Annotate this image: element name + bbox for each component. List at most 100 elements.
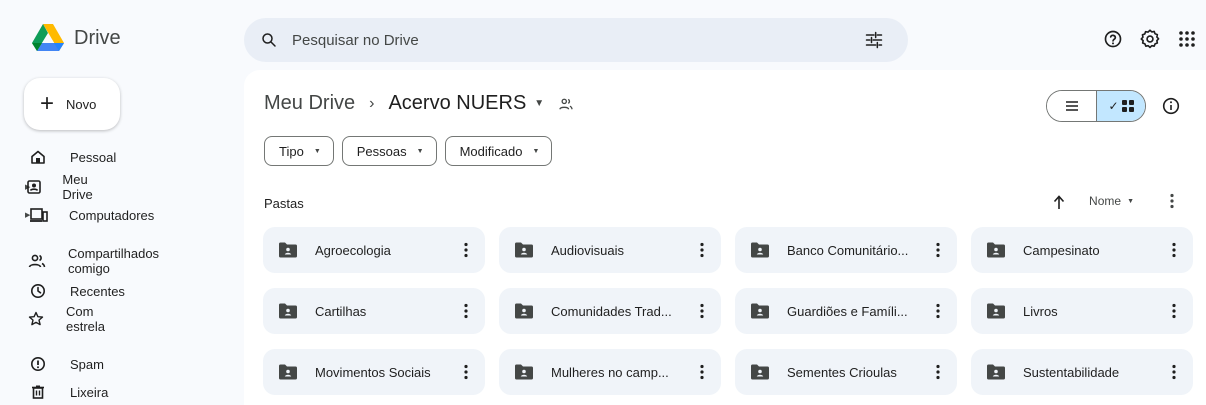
info-icon[interactable]	[1162, 97, 1180, 115]
folder-name: Cartilhas	[315, 303, 367, 319]
sidebar-item-compartilhados[interactable]: Compartilhados comigo	[28, 246, 161, 276]
breadcrumb: Meu Drive › Acervo NUERS ▼	[264, 92, 574, 115]
shared-icon	[28, 252, 46, 270]
drive-logo[interactable]: Drive	[32, 24, 121, 52]
chip-label: Modificado	[459, 143, 523, 159]
sidebar-item-label: Meu Drive	[62, 172, 93, 202]
list-icon	[1065, 101, 1078, 111]
apps-grid-icon[interactable]	[1176, 28, 1198, 50]
plus-icon: +	[40, 90, 55, 117]
folder-name: Comunidades Trad...	[551, 303, 672, 319]
folder-name: Sementes Crioulas	[787, 364, 897, 380]
search-options-icon[interactable]	[864, 30, 884, 50]
folder-card[interactable]: Comunidades Trad...	[499, 288, 721, 334]
shared-folder-icon[interactable]	[558, 97, 574, 111]
check-icon: ✓	[1108, 99, 1119, 113]
search-icon[interactable]	[260, 31, 278, 49]
more-vert-icon[interactable]	[931, 302, 945, 320]
sidebar-item-lixeira[interactable]: Lixeira	[28, 381, 108, 403]
more-vert-icon[interactable]	[695, 363, 709, 381]
folder-name: Sustentabilidade	[1023, 364, 1120, 380]
breadcrumb-root[interactable]: Meu Drive	[264, 92, 355, 115]
folder-card[interactable]: Mulheres no camp...	[499, 349, 721, 395]
more-vert-icon[interactable]	[931, 241, 945, 259]
filter-chip-tipo[interactable]: Tipo ▼	[264, 136, 334, 166]
more-vert-icon[interactable]	[1164, 192, 1180, 210]
sidebar-item-recentes[interactable]: Recentes	[28, 280, 125, 302]
folder-card[interactable]: Movimentos Sociais	[263, 349, 485, 395]
more-vert-icon[interactable]	[695, 241, 709, 259]
computer-icon	[29, 206, 49, 224]
chip-label: Tipo	[279, 143, 304, 159]
top-right-actions	[1087, 28, 1206, 50]
filter-chip-modificado[interactable]: Modificado ▼	[444, 136, 553, 166]
folder-card[interactable]: Audiovisuais	[499, 227, 721, 273]
sidebar-item-label: Computadores	[69, 207, 155, 223]
clock-icon	[28, 282, 48, 300]
shared-folder-icon	[751, 303, 769, 319]
more-vert-icon[interactable]	[1167, 302, 1181, 320]
sort-by-button[interactable]: Nome ▼	[1089, 194, 1134, 208]
shared-folder-icon	[987, 364, 1005, 380]
folder-name: Mulheres no camp...	[551, 364, 669, 380]
more-vert-icon[interactable]	[459, 363, 473, 381]
search-bar[interactable]	[244, 18, 908, 62]
star-icon	[28, 310, 44, 328]
sidebar-item-label: Pessoal	[70, 149, 117, 165]
sidebar-item-spam[interactable]: Spam	[28, 353, 104, 375]
folder-menu-caret-icon[interactable]: ▼	[534, 98, 544, 109]
search-input[interactable]	[292, 28, 832, 52]
sidebar-item-label: Recentes	[70, 283, 125, 299]
shared-folder-icon	[279, 242, 297, 258]
sidebar-item-meu-drive[interactable]: ▶ Meu Drive	[25, 172, 99, 202]
help-icon[interactable]	[1102, 28, 1124, 50]
shared-folder-icon	[279, 364, 297, 380]
folder-card[interactable]: Cartilhas	[263, 288, 485, 334]
caret-down-icon: ▼	[532, 147, 540, 155]
main-panel: Meu Drive › Acervo NUERS ▼ ✓ Tipo ▼ Pesso…	[244, 70, 1206, 405]
folder-name: Banco Comunitário...	[787, 242, 909, 258]
folder-card[interactable]: Guardiões e Famíli...	[735, 288, 957, 334]
folder-name: Livros	[1023, 303, 1058, 319]
app-title: Drive	[74, 26, 121, 49]
folder-card[interactable]: Campesinato	[971, 227, 1193, 273]
shared-folder-icon	[515, 242, 533, 258]
new-button[interactable]: + Novo	[24, 78, 120, 130]
breadcrumb-current[interactable]: Acervo NUERS	[388, 92, 526, 115]
caret-down-icon: ▼	[1127, 197, 1134, 205]
drive-logo-icon	[32, 24, 64, 51]
sidebar-item-pessoal[interactable]: Pessoal	[28, 146, 116, 168]
folder-card[interactable]: Banco Comunitário...	[735, 227, 957, 273]
settings-gear-icon[interactable]	[1139, 28, 1161, 50]
sort-direction-arrow-icon[interactable]	[1052, 194, 1066, 210]
shared-folder-icon	[751, 242, 769, 258]
more-vert-icon[interactable]	[1167, 241, 1181, 259]
home-icon	[28, 148, 48, 166]
grid-view-button[interactable]: ✓	[1096, 91, 1145, 121]
shared-folder-icon	[515, 303, 533, 319]
filter-chip-pessoas[interactable]: Pessoas ▼	[341, 136, 437, 166]
folder-card[interactable]: Sustentabilidade	[971, 349, 1193, 395]
list-view-button[interactable]	[1047, 91, 1096, 121]
more-vert-icon[interactable]	[459, 302, 473, 320]
folder-card[interactable]: Agroecologia	[263, 227, 485, 273]
folder-card[interactable]: Livros	[971, 288, 1193, 334]
folder-card[interactable]: Sementes Crioulas	[735, 349, 957, 395]
shared-folder-icon	[987, 303, 1005, 319]
sort-by-label: Nome	[1089, 194, 1122, 208]
more-vert-icon[interactable]	[1167, 363, 1181, 381]
sidebar-item-com-estrela[interactable]: Com estrela	[28, 304, 109, 334]
caret-down-icon: ▼	[313, 147, 321, 155]
spam-icon	[28, 355, 48, 373]
breadcrumb-separator: ›	[369, 94, 375, 112]
my-drive-icon	[26, 178, 42, 196]
sidebar-item-label: Compartilhados comigo	[68, 246, 160, 276]
folder-grid: Agroecologia Audiovisuais Banco Comunitá…	[263, 227, 1193, 395]
more-vert-icon[interactable]	[459, 241, 473, 259]
more-vert-icon[interactable]	[931, 363, 945, 381]
filter-chips: Tipo ▼ Pessoas ▼ Modificado ▼	[264, 136, 553, 166]
more-vert-icon[interactable]	[695, 302, 709, 320]
folder-name: Campesinato	[1023, 242, 1100, 258]
sidebar-item-computadores[interactable]: ▶ Computadores	[25, 204, 155, 226]
shared-folder-icon	[279, 303, 297, 319]
